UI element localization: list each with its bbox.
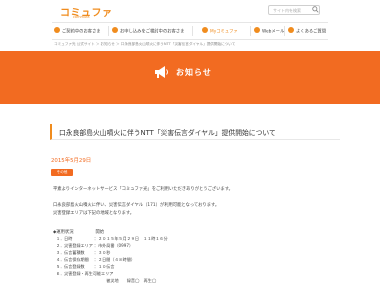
article-title: 口永良部島火山噴火に伴うNTT「災害伝言ダイヤル」提供開始について (50, 124, 340, 140)
breadcrumb[interactable]: コミュファ光 公式サイト ＞ お知らせ ＞ 口永良部島火山噴火に伴うNTT「災害… (54, 42, 235, 47)
page-banner: お知らせ (0, 51, 380, 104)
main-nav: ご契約中のお客さま お申し込みをご検討中のお客さま Myコミュファ Webメール… (52, 22, 328, 40)
nav-item-webmail[interactable]: Webメール (254, 23, 284, 39)
nav-bullet-icon (254, 27, 260, 33)
status-row: 被災地 録音◯ 再生◯ (94, 278, 157, 283)
nav-bullet-icon (54, 27, 60, 33)
article-paragraph-3: 災害登録エリアは下記の地域となります。 (53, 211, 135, 216)
nav-divider (250, 26, 251, 36)
status-row: １．日時 ：２０１５年５月２９日 １１時１６分 (56, 236, 168, 241)
operation-status-heading: ◆運用状況 開始 (53, 230, 105, 235)
nav-bullet-icon (202, 27, 208, 33)
search-icon[interactable] (312, 6, 319, 14)
status-row: ３．伝言蓄積数 ：３０秒 (56, 250, 111, 255)
status-row: ６．災害登録・再生可能エリア： (56, 271, 114, 276)
megaphone-icon (153, 64, 169, 80)
site-logo-sub: commufa (73, 15, 90, 19)
banner-title: お知らせ (176, 68, 212, 77)
nav-divider (192, 26, 193, 36)
article-date: 2015年5月29日 (51, 158, 92, 164)
nav-bullet-icon (288, 27, 294, 33)
nav-divider (284, 26, 285, 36)
nav-item-prospective-customers[interactable]: お申し込みをご検討中のお客さま (112, 23, 184, 39)
site-header: コミュファ commufa サイト内を検索 (0, 0, 380, 24)
nav-divider (108, 26, 109, 36)
status-row: ２．災害登録エリア：市外局番（0997） (56, 243, 134, 248)
status-row: ５．伝言登録数 ：１０伝言 (56, 264, 115, 269)
nav-item-current-customers[interactable]: ご契約中のお客さま (54, 23, 101, 39)
nav-bullet-icon (112, 27, 118, 33)
nav-item-mycommufa[interactable]: Myコミュファ (202, 23, 238, 39)
category-badge: その他 (51, 169, 73, 176)
nav-item-faq[interactable]: よくあるご質問 (288, 23, 326, 39)
status-row: ４．伝言保存期間 ：２日間（４８時間） (56, 257, 135, 262)
article-paragraph-2: 口永良部島火山噴火に伴い、災害伝言ダイヤル（171）が利用可能となっております。 (53, 203, 220, 208)
article-paragraph-1: 平素よりインターネットサービス「コミュファ光」をご利用いただきありがとうございま… (53, 187, 233, 192)
